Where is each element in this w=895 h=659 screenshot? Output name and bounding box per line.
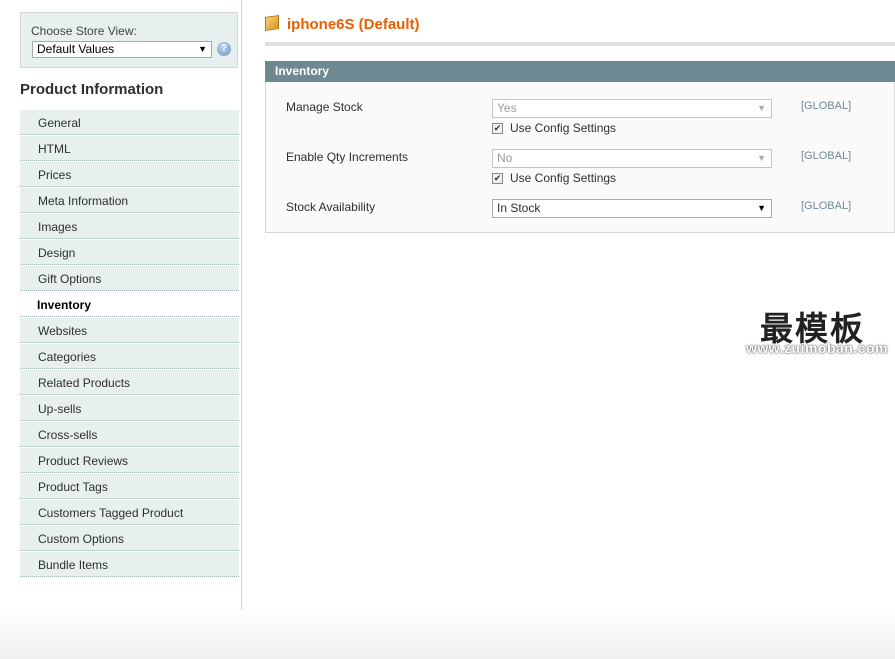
stock-availability-scope: [GLOBAL]	[801, 200, 852, 212]
footer-fade	[0, 610, 895, 659]
help-icon[interactable]: ?	[217, 42, 231, 56]
tab-categories[interactable]: Categories	[20, 343, 239, 369]
product-tabs: General HTML Prices Meta Information Ima…	[20, 109, 239, 577]
tab-design[interactable]: Design	[20, 239, 239, 265]
stock-availability-select[interactable]: In Stock ▼	[492, 199, 772, 218]
stock-availability-value: In Stock	[497, 201, 541, 215]
store-switcher-label: Choose Store View:	[31, 24, 137, 38]
manage-stock-label: Manage Stock	[286, 100, 363, 114]
product-box-icon	[265, 15, 279, 31]
dropdown-arrow-icon: ▼	[757, 203, 766, 213]
watermark-url: www.zuimoban.com	[746, 340, 889, 356]
inventory-section-header: Inventory	[265, 61, 895, 82]
tab-meta-information[interactable]: Meta Information	[20, 187, 239, 213]
manage-stock-use-config-label: Use Config Settings	[510, 121, 617, 135]
tab-customers-tagged-product[interactable]: Customers Tagged Product	[20, 499, 239, 525]
tab-up-sells[interactable]: Up-sells	[20, 395, 239, 421]
tab-websites[interactable]: Websites	[20, 317, 239, 343]
manage-stock-value: Yes	[497, 101, 517, 115]
dropdown-arrow-icon: ▼	[757, 103, 766, 113]
enable-qty-increments-use-config-checkbox[interactable]: ✔	[492, 173, 503, 184]
left-column: Choose Store View: Default Values ▼ ? Pr…	[0, 0, 242, 610]
store-view-value: Default Values	[37, 42, 115, 56]
manage-stock-select[interactable]: Yes ▼	[492, 99, 772, 118]
stock-availability-label: Stock Availability	[286, 200, 376, 214]
inventory-fieldset: Manage Stock Yes ▼ ✔ Use Config Settings…	[265, 82, 895, 233]
tab-related-products[interactable]: Related Products	[20, 369, 239, 395]
tab-prices[interactable]: Prices	[20, 161, 239, 187]
enable-qty-increments-select[interactable]: No ▼	[492, 149, 772, 168]
enable-qty-increments-scope: [GLOBAL]	[801, 150, 852, 162]
store-switcher: Choose Store View: Default Values ▼ ?	[20, 12, 238, 68]
tab-product-reviews[interactable]: Product Reviews	[20, 447, 239, 473]
tab-custom-options[interactable]: Custom Options	[20, 525, 239, 551]
enable-qty-increments-label: Enable Qty Increments	[286, 150, 409, 164]
enable-qty-increments-use-config-label: Use Config Settings	[510, 171, 617, 185]
dropdown-arrow-icon: ▼	[198, 44, 207, 54]
page-title: iphone6S (Default)	[287, 16, 420, 33]
tab-images[interactable]: Images	[20, 213, 239, 239]
tab-bundle-items[interactable]: Bundle Items	[20, 551, 239, 577]
store-view-select[interactable]: Default Values ▼	[32, 41, 212, 58]
manage-stock-scope: [GLOBAL]	[801, 100, 852, 112]
dropdown-arrow-icon: ▼	[757, 153, 766, 163]
page-header: iphone6S (Default)	[265, 15, 895, 46]
tab-product-tags[interactable]: Product Tags	[20, 473, 239, 499]
tab-general[interactable]: General	[20, 109, 239, 135]
tab-gift-options[interactable]: Gift Options	[20, 265, 239, 291]
tab-inventory[interactable]: Inventory	[20, 291, 239, 317]
manage-stock-use-config-checkbox[interactable]: ✔	[492, 123, 503, 134]
tab-html[interactable]: HTML	[20, 135, 239, 161]
tab-cross-sells[interactable]: Cross-sells	[20, 421, 239, 447]
sidebar-title: Product Information	[20, 81, 164, 98]
enable-qty-increments-value: No	[497, 151, 513, 165]
